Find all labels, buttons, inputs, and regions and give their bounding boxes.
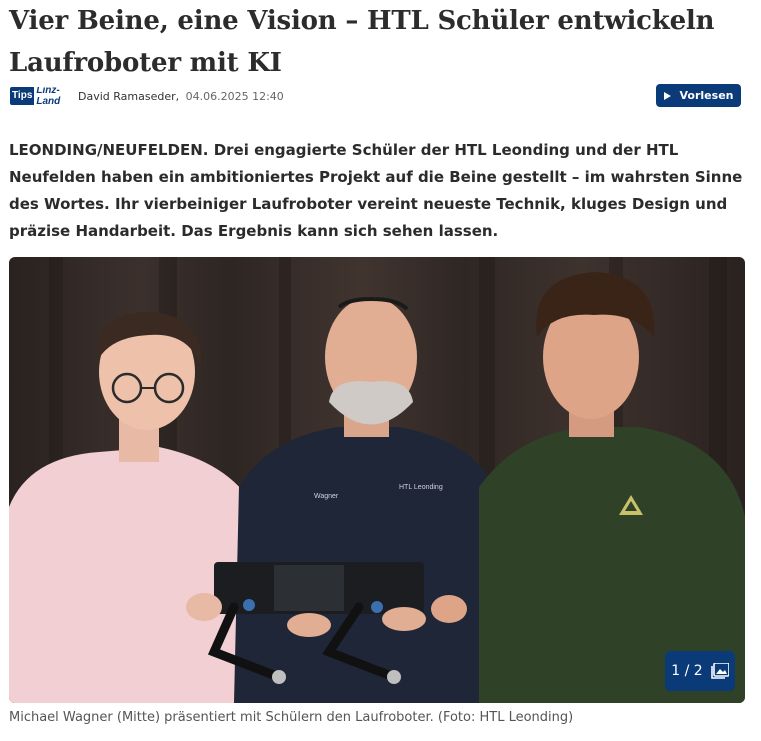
author-name[interactable]: David Ramaseder,	[78, 90, 179, 103]
read-aloud-button[interactable]: Vorlesen	[656, 84, 741, 107]
photo-illustration: Wagner HTL Leonding	[9, 257, 745, 703]
read-aloud-label: Vorlesen	[679, 89, 734, 102]
article-photo[interactable]: Wagner HTL Leonding 1 / 2	[9, 257, 745, 703]
publish-date: 04.06.2025 12:40	[185, 89, 284, 103]
shirt-text-left: Wagner	[314, 493, 339, 500]
tips-logo[interactable]: Tips Linz-Land	[10, 87, 70, 105]
gallery-icon	[710, 663, 729, 679]
article-meta: Tips Linz-Land David Ramaseder, 04.06.20…	[10, 86, 284, 106]
article-lead: LEONDING/NEUFELDEN. Drei engagierte Schü…	[9, 141, 743, 240]
play-icon	[663, 91, 671, 100]
gallery-counter-button[interactable]: 1 / 2	[665, 651, 735, 691]
shirt-text-right: HTL Leonding	[399, 484, 443, 491]
gallery-counter: 1 / 2	[671, 663, 703, 679]
article-headline: Vier Beine, eine Vision – HTL Schüler en…	[9, 6, 715, 78]
photo-caption: Michael Wagner (Mitte) präsentiert mit S…	[9, 710, 574, 725]
